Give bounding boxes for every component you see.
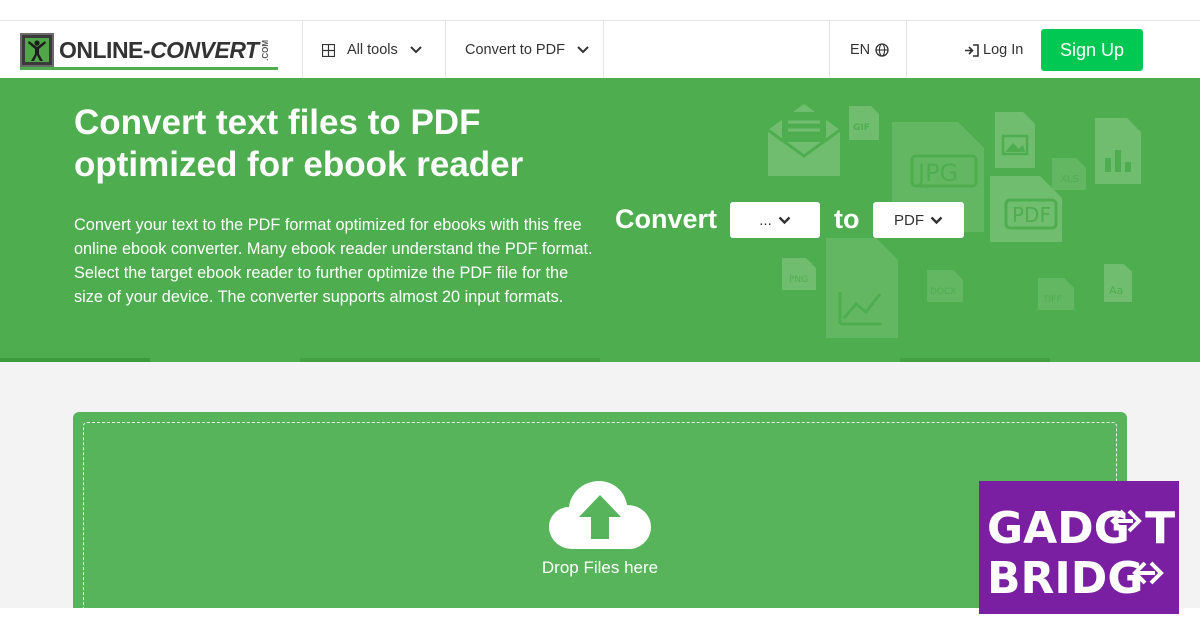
- header-divider: [906, 21, 907, 79]
- image-file-icon: [995, 112, 1035, 168]
- watermark-logo: GADG T BRIDG: [987, 503, 1175, 604]
- svg-text:PNG: PNG: [789, 275, 808, 285]
- header-divider: [829, 21, 830, 79]
- logo-text: ONLINE-CONVERT: [59, 36, 259, 63]
- convert-to-pdf-menu[interactable]: Convert to PDF: [465, 21, 589, 79]
- svg-text:PDF: PDF: [1012, 203, 1051, 227]
- png-file-icon: PNG: [782, 258, 816, 290]
- svg-text:TIFF: TIFF: [1042, 295, 1062, 305]
- convert-to-pdf-label: Convert to PDF: [465, 42, 565, 58]
- site-logo[interactable]: ONLINE-CONVERT .COM: [20, 33, 278, 70]
- grid-icon: [322, 43, 335, 57]
- target-format-value: PDF: [894, 211, 924, 229]
- header-divider: [603, 21, 604, 79]
- chevron-down-icon: [577, 46, 589, 54]
- pdf-file-icon: PDF: [990, 176, 1062, 242]
- chevron-down-icon: [410, 46, 422, 54]
- logo-mark-icon: [20, 33, 54, 67]
- font-file-icon: Aa: [1104, 264, 1132, 302]
- convert-label: Convert: [615, 204, 718, 234]
- source-format-value: ...: [759, 211, 772, 229]
- svg-text:GIF: GIF: [853, 123, 870, 133]
- chevron-down-icon: [778, 216, 791, 224]
- envelope-icon: [768, 104, 840, 176]
- svg-text:DOCX: DOCX: [930, 287, 956, 297]
- docx-file-icon: DOCX: [927, 270, 963, 302]
- language-selector[interactable]: EN: [850, 21, 889, 79]
- page-description: Convert your text to the PDF format opti…: [74, 216, 593, 306]
- signup-button[interactable]: Sign Up: [1041, 29, 1143, 71]
- svg-text:Aa: Aa: [1109, 284, 1123, 297]
- logo-suffix: .COM: [260, 39, 270, 61]
- login-arrow-icon: [965, 43, 979, 57]
- source-format-select[interactable]: ...: [730, 202, 820, 238]
- header-divider: [302, 21, 303, 79]
- cloud-upload-icon[interactable]: [547, 477, 653, 551]
- to-label: to: [834, 204, 860, 234]
- chevron-down-icon: [930, 216, 943, 224]
- logo-underline: [20, 67, 278, 70]
- svg-text:XLS: XLS: [1060, 174, 1079, 185]
- gadget-bridge-watermark: GADG T BRIDG: [979, 481, 1179, 614]
- gif-file-icon: GIF: [849, 106, 879, 140]
- graph-file-icon: [826, 238, 898, 338]
- header-divider: [445, 21, 446, 79]
- hero-section: GIF JPG XLS PDF PNG DOCX TIFF Aa Convert…: [0, 78, 1200, 362]
- tiff-file-icon: TIFF: [1038, 278, 1074, 310]
- watermark-line-2: BRIDG: [987, 553, 1143, 604]
- watermark-line-1: GADG T: [987, 503, 1175, 554]
- language-label: EN: [850, 42, 871, 58]
- globe-icon: [875, 43, 889, 57]
- all-tools-menu[interactable]: All tools: [322, 21, 422, 79]
- chart-file-icon: [1095, 118, 1141, 184]
- site-header: ONLINE-CONVERT .COM All tools Convert to…: [0, 20, 1200, 79]
- dropzone-label: Drop Files here: [541, 558, 659, 577]
- file-dropzone[interactable]: Drop Files here: [73, 412, 1127, 622]
- login-link[interactable]: Log In: [964, 21, 1023, 79]
- target-format-select[interactable]: PDF: [873, 202, 964, 238]
- all-tools-label: All tools: [347, 42, 398, 58]
- svg-text:JPG: JPG: [916, 159, 958, 187]
- page-title: Convert text files to PDF optimized for …: [74, 103, 524, 184]
- login-label: Log In: [983, 42, 1024, 58]
